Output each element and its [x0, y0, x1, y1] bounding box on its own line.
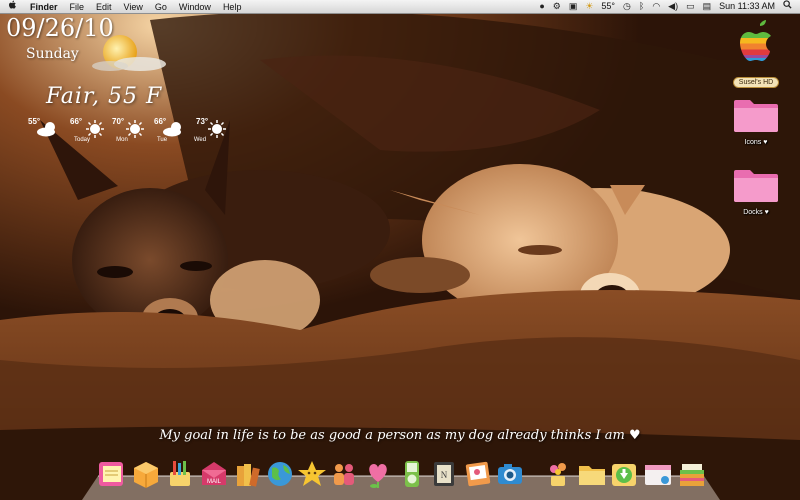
dock-pencils[interactable]: [164, 458, 196, 490]
docks-folder[interactable]: Docks ♥: [728, 164, 784, 216]
sync-status-icon[interactable]: ●: [539, 0, 544, 13]
svg-text:MAIL: MAIL: [207, 479, 222, 485]
forecast-day: Mon: [116, 137, 128, 143]
pink-folder-icon: [734, 170, 778, 202]
forecast-day: Wed: [193, 137, 207, 143]
dock-download[interactable]: [608, 458, 640, 490]
weather-status-icon[interactable]: ☀: [585, 0, 593, 13]
dock-cake[interactable]: [676, 458, 708, 490]
icons-folder[interactable]: Icons ♥: [728, 94, 784, 146]
folder-icon: [579, 466, 605, 485]
cake-icon: [680, 464, 704, 486]
docks-folder-label: Docks ♥: [743, 209, 769, 216]
app-menu-finder[interactable]: Finder: [30, 2, 58, 12]
weather-temp-status[interactable]: 55°: [601, 0, 615, 13]
pink-folder-icon: [734, 100, 778, 132]
books-icon: [237, 464, 260, 487]
dock-ipod[interactable]: [396, 458, 428, 490]
svg-text:N: N: [441, 470, 448, 480]
menu-help[interactable]: Help: [223, 2, 242, 12]
menu-bar: Finder File Edit View Go Window Help ● ⚙…: [0, 0, 800, 14]
hard-drive-label: Susel's HD: [732, 77, 780, 88]
icons-folder-label: Icons ♥: [744, 139, 768, 146]
dock-heart[interactable]: [362, 458, 394, 490]
widget-weekday: Sunday: [26, 46, 79, 62]
download-icon: [612, 464, 636, 486]
dock-mail[interactable]: MAIL: [198, 458, 230, 490]
status-menus: ● ⚙ ▣ ☀ 55° ◷ ᛒ ◠ ◀) ▭ ▤ Sun 11:33 AM: [539, 0, 800, 13]
partly-cloudy-icon: [37, 122, 55, 137]
sun-cloud-icon: [92, 35, 166, 71]
dock-people[interactable]: [328, 458, 360, 490]
dock-photo[interactable]: [462, 458, 494, 490]
ipod-icon: [405, 461, 419, 487]
forecast-temp: 70°: [112, 117, 125, 126]
forecast-temp: 73°: [196, 117, 209, 126]
notes-icon: [99, 462, 123, 486]
volume-icon[interactable]: ◀): [668, 0, 678, 13]
forecast-day: Today: [73, 137, 90, 143]
dock-notes[interactable]: [96, 458, 128, 490]
apple-menu-icon[interactable]: [8, 0, 20, 14]
dock-folder[interactable]: [576, 458, 608, 490]
menu-go[interactable]: Go: [155, 2, 167, 12]
heart-icon: [369, 464, 387, 488]
dock-window[interactable]: [642, 458, 674, 490]
sun-icon: [126, 120, 144, 138]
dock-camera[interactable]: [494, 458, 526, 490]
partly-cloudy-icon: [163, 122, 181, 137]
window-icon: [645, 465, 671, 485]
menu-view[interactable]: View: [124, 2, 143, 12]
battery-icon[interactable]: ▭: [686, 0, 695, 13]
display-status-icon[interactable]: ▣: [569, 0, 578, 13]
sun-icon: [86, 120, 104, 138]
star-icon: [298, 461, 326, 486]
menu-file[interactable]: File: [70, 2, 85, 12]
gears-status-icon[interactable]: ⚙: [553, 0, 561, 13]
menu-window[interactable]: Window: [179, 2, 211, 12]
camera-icon: [498, 464, 522, 484]
package-icon: [134, 462, 158, 488]
pencils-icon: [170, 461, 190, 486]
keyboard-flag-icon[interactable]: ▤: [703, 0, 712, 13]
dock-books[interactable]: [232, 458, 264, 490]
spotlight-icon[interactable]: [783, 0, 792, 13]
hard-drive-icon-item[interactable]: Susel's HD: [726, 18, 786, 89]
people-icon: [334, 464, 354, 485]
bluetooth-icon[interactable]: ᛒ: [639, 0, 644, 13]
dock-package[interactable]: [130, 458, 162, 490]
sun-icon: [208, 120, 226, 138]
desktop-quote: My goal in life is to be as good a perso…: [159, 428, 641, 443]
dock-notebook[interactable]: N: [428, 458, 460, 490]
globe-icon: [268, 462, 292, 486]
dock-flowers[interactable]: [542, 458, 574, 490]
dock-globe[interactable]: [264, 458, 296, 490]
wifi-icon[interactable]: ◠: [652, 0, 660, 13]
menu-edit[interactable]: Edit: [96, 2, 112, 12]
mail-icon: MAIL: [202, 462, 226, 485]
time-machine-icon[interactable]: ◷: [623, 0, 631, 13]
dock-star[interactable]: [296, 458, 328, 490]
rainbow-apple-icon: [740, 20, 771, 61]
menu-clock[interactable]: Sun 11:33 AM: [719, 0, 775, 13]
flowers-icon: [550, 463, 566, 486]
photo-icon: [465, 461, 491, 487]
notebook-icon: N: [434, 462, 454, 486]
forecast-temp: 66°: [70, 117, 83, 126]
weather-condition: Fair, 55 F: [46, 84, 163, 109]
